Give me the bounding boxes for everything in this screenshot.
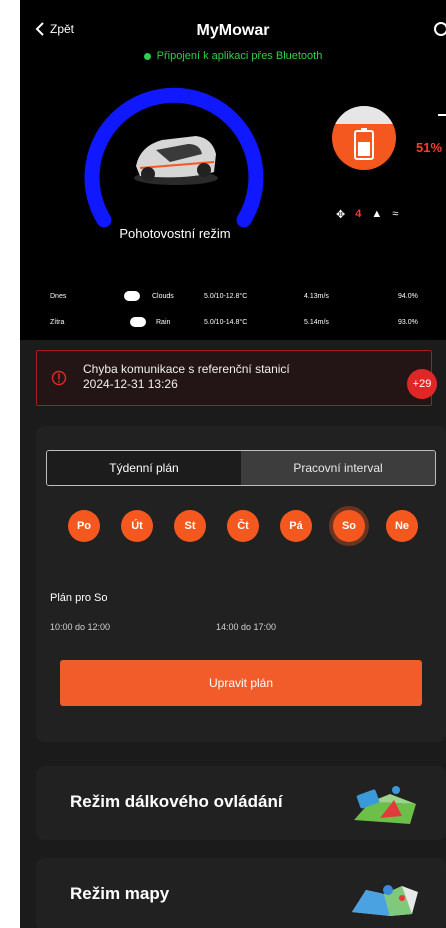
weather-condition: Clouds [152, 292, 174, 300]
remote-control-mode-label: Režim dálkového ovládání [70, 792, 283, 811]
map-mode-label: Režim mapy [70, 884, 170, 903]
search-icon[interactable] [430, 22, 446, 38]
alert-timestamp: 2024-12-31 13:26 [83, 377, 178, 391]
tab-weekly-plan[interactable]: Týdenní plán [47, 451, 241, 485]
weather-condition: Rain [156, 318, 171, 326]
mower-mode-label: Pohotovostní režim [119, 226, 231, 241]
weather-humidity: 94.0% [398, 292, 418, 300]
rain-cloud-icon [130, 317, 146, 327]
day-button-ct[interactable]: Čt [227, 510, 259, 542]
robot-mower-icon [134, 136, 218, 185]
tab-work-interval[interactable]: Pracovní interval [241, 451, 435, 485]
battery-icon [354, 128, 374, 160]
error-alert[interactable]: Chyba komunikace s referenční stanicí 20… [36, 350, 437, 406]
battery-percent: 51% [416, 140, 443, 155]
plan-time-slot: 14:00 do 17:00 [216, 622, 277, 632]
alert-title: Chyba komunikace s referenční stanicí [83, 362, 290, 376]
schedule-tabs: Týdenní plán Pracovní interval [46, 450, 436, 486]
signal-icon: ▲ [371, 208, 383, 220]
bluetooth-status-text: Připojení k aplikaci přes Bluetooth [156, 50, 323, 62]
weather-row-tomorrow: Zítra Rain 5.0/10-14.8°C 5.14m/s 93.0% [20, 312, 446, 332]
day-button-po[interactable]: Po [68, 510, 100, 542]
day-button-pa[interactable]: Pá [280, 510, 312, 542]
status-icon-row: ✥ 4 ▲ ≈ [336, 204, 446, 224]
weather-wind: 4.13m/s [304, 292, 329, 300]
battery-indicator [332, 106, 396, 170]
alert-count-badge[interactable]: +29 [407, 369, 437, 399]
weather-temp: 5.0/10-14.8°C [204, 318, 248, 326]
cloud-icon [124, 291, 140, 301]
wifi-icon: ≈ [392, 208, 399, 220]
bluetooth-status: Připojení k aplikaci přes Bluetooth [20, 50, 446, 62]
day-selector: Po Út St Čt Pá So Ne [68, 510, 428, 546]
alert-count: 4 [355, 208, 362, 220]
battery-empty-portion [332, 106, 396, 124]
plan-time-slot: 10:00 do 12:00 [50, 622, 111, 632]
weather-temp: 5.0/10-12.8°C [204, 292, 248, 300]
warning-icon [51, 370, 67, 386]
remote-map-icon [354, 786, 416, 824]
edit-plan-button[interactable]: Upravit plán [60, 660, 422, 706]
day-button-so[interactable]: So [333, 510, 365, 542]
battery-divider [438, 114, 446, 116]
weather-day: Zítra [50, 318, 65, 326]
status-dot-icon [143, 52, 151, 60]
weather-row-today: Dnes Clouds 5.0/10-12.8°C 4.13m/s 94.0% [20, 286, 446, 306]
app-screen: Zpět MyMowar Připojení k aplikaci přes B… [20, 0, 446, 928]
alert-message: Chyba komunikace s referenční stanicí 20… [83, 362, 290, 392]
plan-title: Plán pro So [50, 592, 108, 604]
page-title: MyMowar [196, 22, 270, 39]
day-button-st[interactable]: St [174, 510, 206, 542]
weather-forecast: Dnes Clouds 5.0/10-12.8°C 4.13m/s 94.0% … [20, 282, 446, 338]
top-bar: Zpět MyMowar Připojení k aplikaci přes B… [20, 0, 446, 70]
day-button-ne[interactable]: Ne [386, 510, 418, 542]
weather-humidity: 93.0% [398, 318, 418, 326]
main-content: Chyba komunikace s referenční stanicí 20… [20, 340, 446, 928]
weather-day: Dnes [50, 292, 67, 300]
satellite-icon: ✥ [336, 208, 346, 221]
map-mode-card[interactable]: Režim mapy [36, 858, 446, 928]
map-icon [352, 885, 418, 916]
day-button-ut[interactable]: Út [121, 510, 153, 542]
weather-wind: 5.14m/s [304, 318, 329, 326]
remote-control-mode-card[interactable]: Režim dálkového ovládání [36, 766, 446, 840]
